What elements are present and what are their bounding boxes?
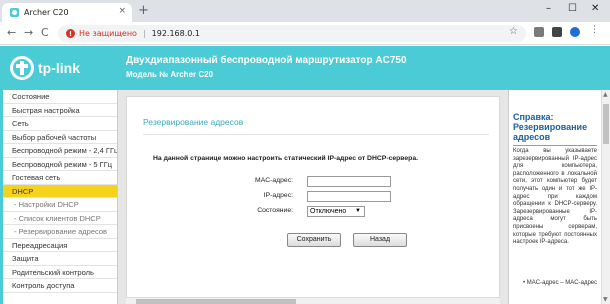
sidebar-item-status[interactable]: Состояние xyxy=(0,90,117,104)
sidebar-item-dhcp-settings[interactable]: - Настройки DHCP xyxy=(0,198,117,212)
browser-tab-bar: Archer C20 × + – ☐ ✕ xyxy=(0,0,610,22)
help-panel: Справка: Резервирование адресов Когда вы… xyxy=(508,90,601,304)
sidebar-item-security[interactable]: Защита xyxy=(0,252,117,266)
page-title: Резервирование адресов xyxy=(143,117,244,127)
sidebar-item-forwarding[interactable]: Переадресация xyxy=(0,238,117,252)
sidebar-item-wireless-5[interactable]: Беспроводной режим - 5 ГГц xyxy=(0,157,117,171)
sidebar-menu: Состояние Быстрая настройка Сеть Выбор р… xyxy=(0,90,118,304)
bookmark-star-icon[interactable]: ☆ xyxy=(509,26,518,37)
reload-button[interactable]: C xyxy=(41,26,49,40)
address-toolbar: ← → C ! Не защищено | 192.168.0.1 ☆ ⋮ xyxy=(0,22,610,45)
tab-title: Archer C20 xyxy=(24,8,69,17)
back-nav-button[interactable]: Назад xyxy=(353,233,407,247)
state-select-value: Отключено xyxy=(310,208,347,215)
extension-icon[interactable] xyxy=(534,27,544,37)
scrollbar-thumb[interactable] xyxy=(603,104,609,144)
logo-text: tp-link xyxy=(38,60,80,76)
sidebar-item-wireless-24[interactable]: Беспроводной режим - 2,4 ГГц xyxy=(0,144,117,158)
help-bullet: • MAC-адрес – MAC-адрес xyxy=(523,280,598,286)
vertical-scrollbar[interactable]: ▲ ▼ xyxy=(601,90,610,304)
sidebar-item-guest-network[interactable]: Гостевая сеть xyxy=(0,171,117,185)
close-window-button[interactable]: ✕ xyxy=(591,3,599,14)
state-label: Состояние: xyxy=(257,207,293,214)
forward-button[interactable]: → xyxy=(24,26,33,40)
sidebar-item-band-select[interactable]: Выбор рабочей частоты xyxy=(0,130,117,144)
profile-avatar-icon[interactable] xyxy=(570,27,580,37)
warning-icon: ! xyxy=(66,29,75,38)
separator: | xyxy=(142,29,146,38)
sidebar-item-quick-setup[interactable]: Быстрая настройка xyxy=(0,103,117,117)
sidebar-item-access-control[interactable]: Контроль доступа xyxy=(0,279,117,293)
sidebar-edge xyxy=(0,90,3,304)
router-model: Модель № Archer C20 xyxy=(126,70,214,79)
sidebar-item-network[interactable]: Сеть xyxy=(0,117,117,131)
mac-label: MAC-адрес: xyxy=(255,177,293,184)
router-header: tp-link Двухдиапазонный беспроводной мар… xyxy=(0,46,610,90)
scroll-down-icon[interactable]: ▼ xyxy=(603,296,608,303)
menu-dots-icon[interactable]: ⋮ xyxy=(590,25,600,35)
tplink-logo: tp-link xyxy=(10,56,80,80)
address-bar[interactable]: ! Не защищено | 192.168.0.1 ☆ xyxy=(58,25,526,42)
scroll-up-icon[interactable]: ▲ xyxy=(603,91,608,98)
help-divider xyxy=(513,145,597,146)
browser-tab[interactable]: Archer C20 × xyxy=(2,3,132,22)
dropdown-arrow-icon: ▼ xyxy=(355,208,361,214)
sidebar-item-dhcp-clients[interactable]: - Список клиентов DHCP xyxy=(0,211,117,225)
back-button[interactable]: ← xyxy=(7,26,16,40)
new-tab-button[interactable]: + xyxy=(138,3,149,19)
maximize-button[interactable]: ☐ xyxy=(568,3,577,14)
scrollbar-thumb[interactable] xyxy=(136,299,296,304)
horizontal-scrollbar[interactable] xyxy=(126,297,500,304)
sidebar-item-dhcp[interactable]: DHCP xyxy=(0,184,117,198)
page-description: На данной странице можно настроить стати… xyxy=(153,155,418,162)
router-title: Двухдиапазонный беспроводной маршрутизат… xyxy=(126,55,407,66)
help-title: Справка: Резервирование адресов xyxy=(513,112,588,142)
tab-close-icon[interactable]: × xyxy=(118,6,126,16)
extension-icon[interactable] xyxy=(552,27,562,37)
reservation-panel: Резервирование адресов На данной страниц… xyxy=(126,96,500,304)
save-button[interactable]: Сохранить xyxy=(287,233,341,247)
url-text[interactable]: 192.168.0.1 xyxy=(152,29,200,38)
mac-address-input[interactable] xyxy=(307,176,391,187)
ip-address-input[interactable] xyxy=(307,191,391,202)
main-content: Резервирование адресов На данной страниц… xyxy=(118,90,508,304)
state-select[interactable]: Отключено ▼ xyxy=(307,206,365,217)
ip-label: IP-адрес: xyxy=(263,192,293,199)
sidebar-item-parental-control[interactable]: Родительский контроль xyxy=(0,265,117,279)
minimize-button[interactable]: – xyxy=(546,3,551,14)
help-text: Когда вы указываете зарезервированный IP… xyxy=(513,148,597,246)
title-divider xyxy=(143,134,489,135)
security-warning[interactable]: Не защищено xyxy=(79,29,137,38)
tplink-logo-icon xyxy=(10,56,34,80)
sidebar-item-address-reservation[interactable]: - Резервирование адресов xyxy=(0,225,117,239)
tplink-favicon-icon xyxy=(10,8,19,17)
